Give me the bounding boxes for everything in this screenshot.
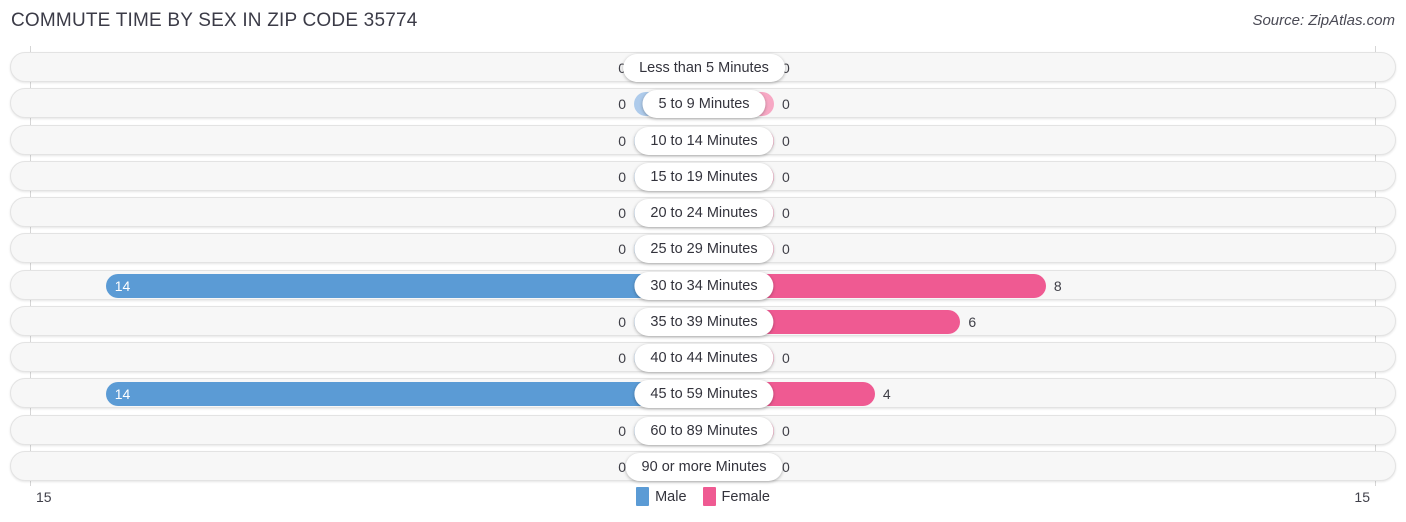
chart-row[interactable]: 0 0 40 to 44 Minutes	[10, 342, 1396, 373]
category-label: Less than 5 Minutes	[623, 54, 785, 82]
value-label-female: 0	[782, 350, 790, 367]
category-label: 30 to 34 Minutes	[634, 271, 774, 300]
value-label-female: 0	[782, 168, 790, 185]
category-label: 15 to 19 Minutes	[634, 162, 774, 191]
category-label: 35 to 39 Minutes	[634, 307, 774, 336]
chart-row[interactable]: 0 0 10 to 14 Minutes	[10, 124, 1396, 155]
value-label-male: 0	[618, 132, 626, 149]
value-label-male: 0	[618, 458, 626, 475]
chart-row[interactable]: 0 0 15 to 19 Minutes	[10, 160, 1396, 191]
category-label: 25 to 29 Minutes	[634, 235, 774, 264]
value-label-female: 8	[1053, 277, 1062, 294]
value-label-male: 0	[618, 313, 626, 330]
value-label-male: 0	[618, 350, 626, 367]
value-label-male: 14	[114, 386, 131, 403]
category-label: 5 to 9 Minutes	[642, 90, 766, 119]
chart-row[interactable]: 0 0 90 or more Minutes	[10, 450, 1396, 481]
chart-row[interactable]: 0 0 Less than 5 Minutes	[10, 52, 1396, 82]
value-label-male: 0	[618, 241, 626, 258]
legend-swatch-male	[636, 487, 650, 506]
value-label-male: 14	[114, 277, 131, 294]
chart-legend: Male Female	[0, 487, 1406, 506]
chart-row[interactable]: 0 0 60 to 89 Minutes	[10, 414, 1396, 445]
category-label: 60 to 89 Minutes	[634, 416, 774, 445]
chart-row[interactable]: 0 0 20 to 24 Minutes	[10, 197, 1396, 228]
value-label-male: 0	[618, 96, 626, 113]
chart-row[interactable]: 14 4 45 to 59 Minutes	[10, 378, 1396, 409]
chart-row[interactable]: 14 8 30 to 34 Minutes	[10, 269, 1396, 300]
legend-label-female: Female	[721, 488, 770, 505]
value-label-female: 0	[782, 132, 790, 149]
legend-label-male: Male	[655, 488, 687, 505]
chart-plot-area: 0 0 Less than 5 Minutes 0 0 5 to 9 Minutes 0 0 1…	[0, 46, 1406, 486]
page-title: COMMUTE TIME BY SEX IN ZIP CODE 35774	[11, 10, 418, 31]
value-label-male: 0	[618, 205, 626, 222]
value-label-male: 0	[618, 422, 626, 439]
value-label-male: 0	[618, 60, 626, 76]
bar-male[interactable]	[105, 382, 704, 407]
legend-item-female[interactable]: Female	[702, 487, 770, 506]
value-label-female: 0	[782, 422, 790, 439]
value-label-female: 4	[882, 386, 891, 403]
value-label-female: 0	[782, 458, 790, 475]
chart-row[interactable]: 0 0 5 to 9 Minutes	[10, 88, 1396, 119]
source-label: Source: ZipAtlas.com	[1252, 12, 1395, 29]
category-label: 40 to 44 Minutes	[634, 344, 774, 373]
chart-row[interactable]: 0 6 35 to 39 Minutes	[10, 305, 1396, 336]
category-label: 20 to 24 Minutes	[634, 199, 774, 228]
category-label: 10 to 14 Minutes	[634, 126, 774, 155]
legend-swatch-female	[702, 487, 716, 506]
value-label-female: 0	[782, 205, 790, 222]
value-label-female: 6	[968, 313, 977, 330]
category-label: 45 to 59 Minutes	[634, 380, 774, 409]
chart-row[interactable]: 0 0 25 to 29 Minutes	[10, 233, 1396, 264]
legend-item-male[interactable]: Male	[636, 487, 687, 506]
value-label-male: 0	[618, 168, 626, 185]
value-label-female: 0	[782, 96, 790, 113]
category-label: 90 or more Minutes	[625, 452, 783, 481]
value-label-female: 0	[782, 241, 790, 258]
bar-male[interactable]	[105, 273, 704, 298]
